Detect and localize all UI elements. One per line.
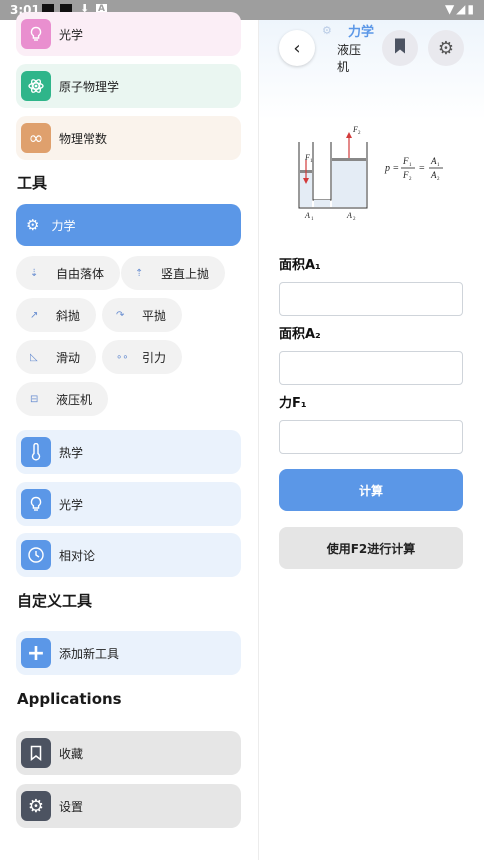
svg-text:=: = xyxy=(419,163,425,174)
atom-icon xyxy=(21,71,51,101)
sidebar-item-atomic-physics[interactable]: 原子物理学 xyxy=(16,64,241,108)
calculate-with-f2-button[interactable]: 使用F2进行计算 xyxy=(279,527,463,569)
formula-f2: F xyxy=(402,170,409,180)
sidebar-item-physical-constants[interactable]: ∞ 物理常数 xyxy=(16,116,241,160)
sidebar-item-label: 热学 xyxy=(59,445,84,460)
bookmark-icon xyxy=(21,738,51,768)
hydraulic-press-diagram: F 1 F 2 A 1 A 2 p = F 1 F 2 = A 1 A 2 xyxy=(279,120,463,228)
formula-f1: F xyxy=(402,156,409,166)
gear-icon: ⚙ xyxy=(437,37,455,59)
formula-a1: A xyxy=(430,156,437,166)
horizontal-throw-icon: ↷ xyxy=(116,309,125,321)
tool-chip-hydraulic-press[interactable]: ⊟ 液压机 xyxy=(16,382,109,416)
gears-icon: ⚙ xyxy=(26,216,40,234)
custom-tools-section-title: 自定义工具 xyxy=(17,592,93,610)
system-icons: ▼◢▮ xyxy=(444,2,476,16)
tool-chip-horizontal-throw[interactable]: ↷ 平抛 xyxy=(102,298,183,332)
formula-sub: 2 xyxy=(437,177,440,182)
sidebar-item-label: 光学 xyxy=(59,27,84,42)
lightbulb-icon xyxy=(21,489,51,519)
thermometer-icon xyxy=(21,437,51,467)
sidebar-item-settings[interactable]: ⚙ 设置 xyxy=(16,784,241,828)
tool-chip-vertical-throw[interactable]: ⇡ 竖直上抛 xyxy=(121,256,226,290)
detail-tool-name: 液压机 xyxy=(337,43,362,74)
area-a2-label: 面积A₂ xyxy=(279,327,321,342)
sidebar-item-optics-top[interactable]: 光学 xyxy=(16,12,241,56)
bookmark-icon xyxy=(393,37,407,59)
area-a1-label: 面积A₁ xyxy=(279,258,321,273)
gravitation-icon: ∘∘ xyxy=(116,351,129,363)
sidebar-item-label: 原子物理学 xyxy=(59,79,120,94)
gear-icon: ⚙ xyxy=(21,791,51,821)
bookmark-button[interactable] xyxy=(382,30,418,66)
sidebar-item-relativity[interactable]: 相对论 xyxy=(16,533,241,577)
chevron-left-icon: ‹ xyxy=(293,37,301,59)
svg-text:A: A xyxy=(346,211,352,220)
settings-button[interactable]: ⚙ xyxy=(428,30,464,66)
tool-chip-free-fall[interactable]: ⇣ 自由落体 xyxy=(16,256,121,290)
category-ghost-icon: ⚙ xyxy=(322,24,332,37)
applications-section-title: Applications xyxy=(17,690,122,708)
chip-label: 自由落体 xyxy=(56,266,105,281)
formula-sub: 1 xyxy=(437,163,440,168)
clock-icon xyxy=(21,540,51,570)
chip-label: 平抛 xyxy=(142,308,167,323)
sidebar-item-label: 收藏 xyxy=(59,746,84,761)
chip-label: 液压机 xyxy=(56,392,93,407)
plus-icon: + xyxy=(21,638,51,668)
svg-text:2: 2 xyxy=(358,131,361,136)
category-mechanics-selected[interactable]: ⚙ 力学 xyxy=(16,204,241,246)
lightbulb-icon xyxy=(21,19,51,49)
tool-chip-sliding[interactable]: ◺ 滑动 xyxy=(16,340,97,374)
sidebar-item-label: 光学 xyxy=(59,497,84,512)
svg-text:=: = xyxy=(393,163,399,174)
formula-p: p xyxy=(384,163,390,174)
category-label: 力学 xyxy=(51,218,76,233)
detail-category: 力学 xyxy=(348,25,375,40)
tool-chip-gravitation[interactable]: ∘∘ 引力 xyxy=(102,340,183,374)
sidebar-item-label: 相对论 xyxy=(59,548,96,563)
hydraulic-press-icon: ⊟ xyxy=(30,393,39,405)
area-a1-input[interactable] xyxy=(279,282,463,316)
free-fall-icon: ⇣ xyxy=(30,267,39,279)
vertical-throw-icon: ⇡ xyxy=(135,267,144,279)
infinity-icon: ∞ xyxy=(21,123,51,153)
area-a2-input[interactable] xyxy=(279,351,463,385)
force-f1-label: 力F₁ xyxy=(279,396,307,411)
add-new-tool-button[interactable]: + 添加新工具 xyxy=(16,631,241,675)
slope-icon: ◺ xyxy=(30,351,38,363)
tools-section-title: 工具 xyxy=(17,174,48,192)
back-button[interactable]: ‹ xyxy=(279,30,315,66)
chip-label: 引力 xyxy=(142,350,167,365)
sidebar-item-favorites[interactable]: 收藏 xyxy=(16,731,241,775)
svg-text:2: 2 xyxy=(353,217,356,222)
chip-label: 滑动 xyxy=(56,350,81,365)
chip-label: 竖直上抛 xyxy=(161,266,210,281)
sidebar-item-label: 物理常数 xyxy=(59,131,108,146)
formula-sub: 1 xyxy=(409,163,412,168)
calculate-button[interactable]: 计算 xyxy=(279,469,463,511)
add-tool-label: 添加新工具 xyxy=(59,646,120,661)
svg-text:A: A xyxy=(304,211,310,220)
chip-label: 斜抛 xyxy=(56,308,81,323)
sidebar-item-optics[interactable]: 光学 xyxy=(16,482,241,526)
formula-sub: 2 xyxy=(409,177,412,182)
formula-a2: A xyxy=(430,170,437,180)
force-f1-input[interactable] xyxy=(279,420,463,454)
sidebar-item-thermodynamics[interactable]: 热学 xyxy=(16,430,241,474)
tool-chip-oblique-throw[interactable]: ↗ 斜抛 xyxy=(16,298,97,332)
sidebar-item-label: 设置 xyxy=(59,799,84,814)
oblique-throw-icon: ↗ xyxy=(30,309,39,321)
svg-text:1: 1 xyxy=(311,217,314,222)
